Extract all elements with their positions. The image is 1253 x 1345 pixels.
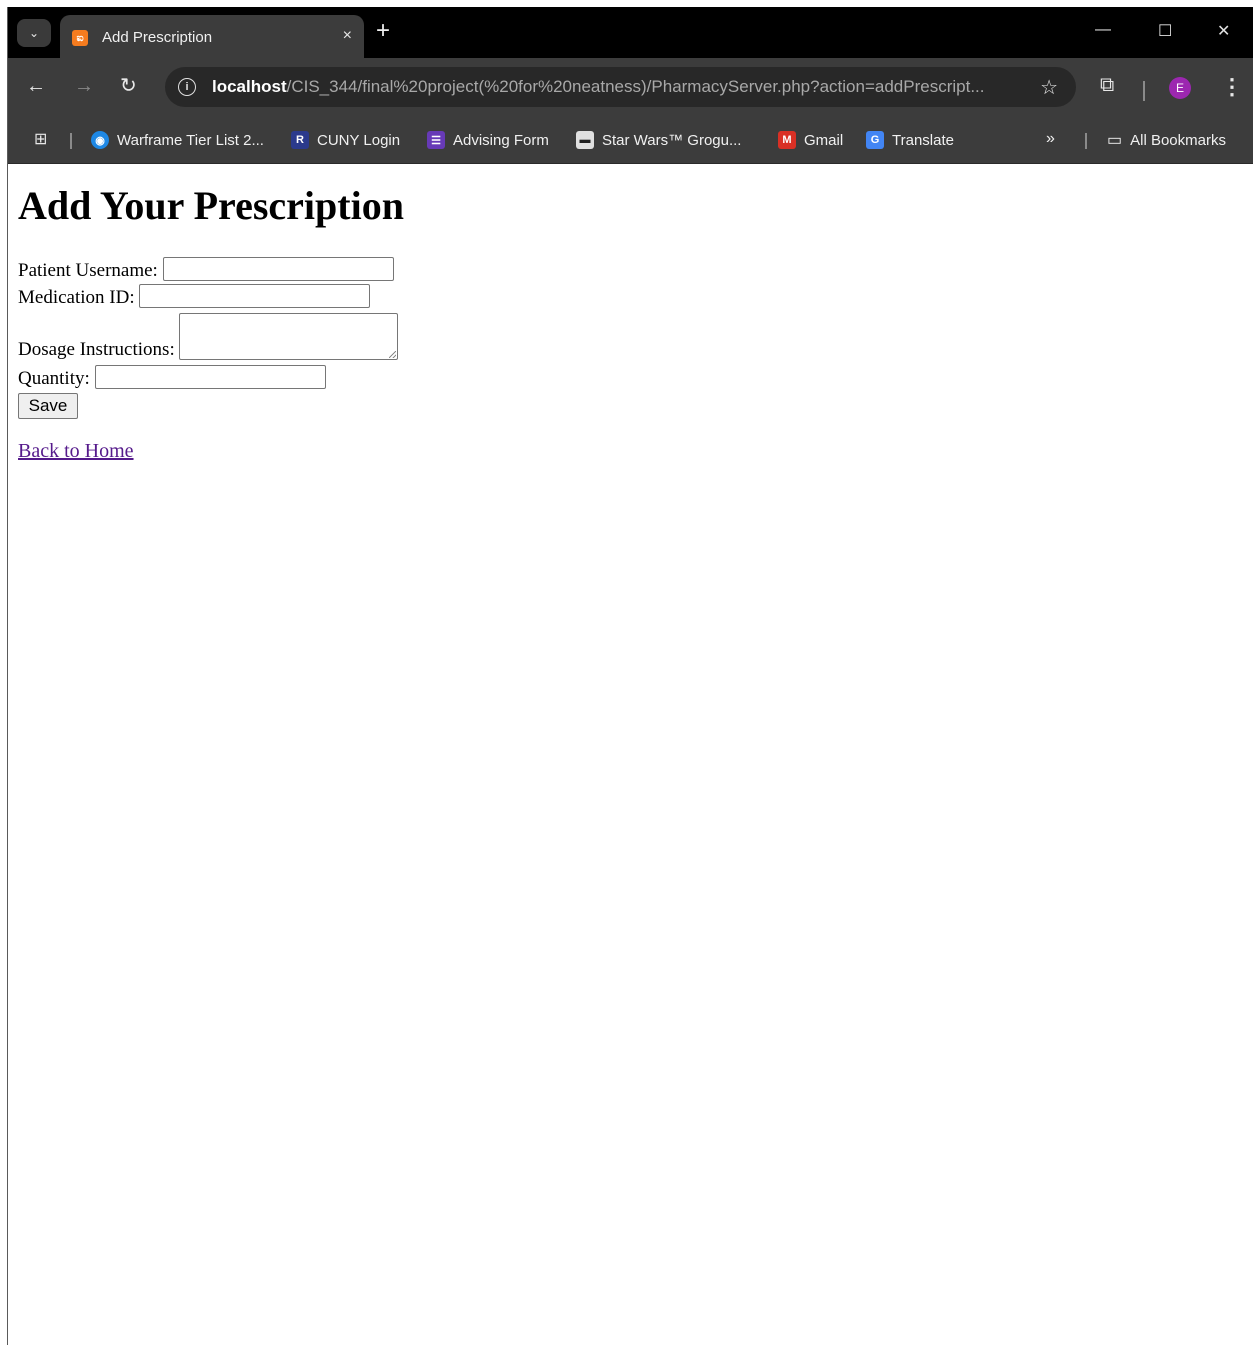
medication-id-row: Medication ID: bbox=[18, 284, 371, 308]
forward-arrow-icon[interactable]: → bbox=[74, 76, 94, 96]
chevron-down-icon: ⌄ bbox=[28, 26, 40, 40]
medication-id-input[interactable] bbox=[139, 284, 371, 308]
bookmark-advising-form[interactable]: ☰ Advising Form bbox=[427, 130, 549, 150]
back-to-home-link[interactable]: Back to Home bbox=[18, 440, 134, 463]
address-bar[interactable]: i localhost/CIS_344/final%20project(%20f… bbox=[165, 67, 1076, 107]
patient-username-input[interactable] bbox=[162, 257, 394, 281]
bookmark-star-wars[interactable]: ▬ Star Wars™ Grogu... bbox=[576, 130, 741, 150]
url-host: localhost bbox=[212, 77, 287, 96]
close-icon[interactable]: × bbox=[343, 27, 352, 45]
apps-grid-icon[interactable]: ⊞ bbox=[34, 132, 50, 148]
page-title: Add Your Prescription bbox=[18, 183, 404, 228]
bookmarks-divider bbox=[1085, 133, 1087, 149]
kebab-menu-icon[interactable]: ⋮ bbox=[1221, 74, 1243, 100]
bookmark-translate[interactable]: G Translate bbox=[866, 130, 954, 150]
quantity-input[interactable] bbox=[94, 365, 326, 389]
translate-icon: G bbox=[866, 131, 884, 149]
save-button[interactable]: Save bbox=[18, 393, 78, 419]
bookmark-label: Gmail bbox=[804, 131, 844, 149]
tab-title: Add Prescription bbox=[102, 29, 213, 46]
patient-username-row: Patient Username: bbox=[18, 257, 394, 281]
bookmarks-divider bbox=[70, 133, 72, 149]
url-path: /CIS_344/final%20project(%20for%20neatne… bbox=[286, 77, 985, 96]
bookmark-label: CUNY Login bbox=[317, 131, 401, 149]
starwars-icon: ▬ bbox=[576, 131, 594, 149]
warframe-icon: ◉ bbox=[91, 131, 109, 149]
gmail-icon: M bbox=[778, 131, 796, 149]
xampp-favicon-icon: ಐ bbox=[72, 30, 88, 46]
bookmark-label: Star Wars™ Grogu... bbox=[602, 131, 742, 149]
bookmark-warframe[interactable]: ◉ Warframe Tier List 2... bbox=[91, 130, 264, 150]
resize-grip-icon[interactable] bbox=[388, 351, 396, 358]
site-info-icon[interactable]: i bbox=[178, 78, 196, 96]
bookmark-label: Translate bbox=[892, 131, 954, 149]
forms-icon: ☰ bbox=[427, 131, 445, 149]
new-tab-button[interactable]: + bbox=[376, 19, 390, 43]
maximize-button[interactable]: ☐ bbox=[1158, 21, 1172, 41]
star-icon[interactable]: ☆ bbox=[1040, 75, 1058, 100]
profile-avatar[interactable]: E bbox=[1169, 77, 1191, 99]
dosage-instructions-textarea[interactable] bbox=[178, 313, 398, 360]
navigation-toolbar: ← → ↻ i localhost/CIS_344/final%20projec… bbox=[8, 58, 1253, 116]
cuny-icon: R bbox=[291, 131, 309, 149]
page-content: Add Your Prescription Patient Username: … bbox=[8, 164, 1253, 1345]
quantity-row: Quantity: bbox=[18, 365, 326, 389]
bookmarks-bar: ⊞ ◉ Warframe Tier List 2... R CUNY Login… bbox=[8, 116, 1253, 164]
quantity-label: Quantity: bbox=[18, 368, 90, 389]
medication-id-label: Medication ID: bbox=[18, 287, 135, 308]
extensions-puzzle-icon[interactable]: ⧉ bbox=[1100, 74, 1114, 97]
minimize-button[interactable]: — bbox=[1095, 21, 1111, 39]
dosage-instructions-label: Dosage Instructions: bbox=[18, 339, 175, 360]
browser-window: ⌄ ಐ Add Prescription × + — ☐ ✕ ← → ↻ i l… bbox=[7, 7, 1253, 1345]
reload-icon[interactable]: ↻ bbox=[120, 76, 137, 96]
dosage-instructions-row: Dosage Instructions: bbox=[18, 312, 398, 360]
url-text[interactable]: localhost/CIS_344/final%20project(%20for… bbox=[212, 77, 1022, 97]
tab-search-button[interactable]: ⌄ bbox=[17, 19, 51, 47]
tab-strip: ⌄ ಐ Add Prescription × + — ☐ ✕ bbox=[8, 7, 1253, 58]
back-arrow-icon[interactable]: ← bbox=[26, 76, 46, 96]
all-bookmarks-button[interactable]: ▭ All Bookmarks bbox=[1107, 130, 1226, 150]
folder-icon: ▭ bbox=[1107, 132, 1123, 149]
patient-username-label: Patient Username: bbox=[18, 260, 158, 281]
bookmarks-overflow-button[interactable]: » bbox=[1046, 130, 1055, 148]
tab-add-prescription[interactable]: ಐ Add Prescription × bbox=[60, 15, 364, 58]
all-bookmarks-label: All Bookmarks bbox=[1130, 131, 1226, 149]
window-close-button[interactable]: ✕ bbox=[1217, 21, 1230, 41]
bookmark-label: Advising Form bbox=[453, 131, 549, 149]
toolbar-divider bbox=[1143, 81, 1145, 101]
bookmark-cuny-login[interactable]: R CUNY Login bbox=[291, 130, 400, 150]
bookmark-label: Warframe Tier List 2... bbox=[117, 131, 264, 149]
bookmark-gmail[interactable]: M Gmail bbox=[778, 130, 843, 150]
